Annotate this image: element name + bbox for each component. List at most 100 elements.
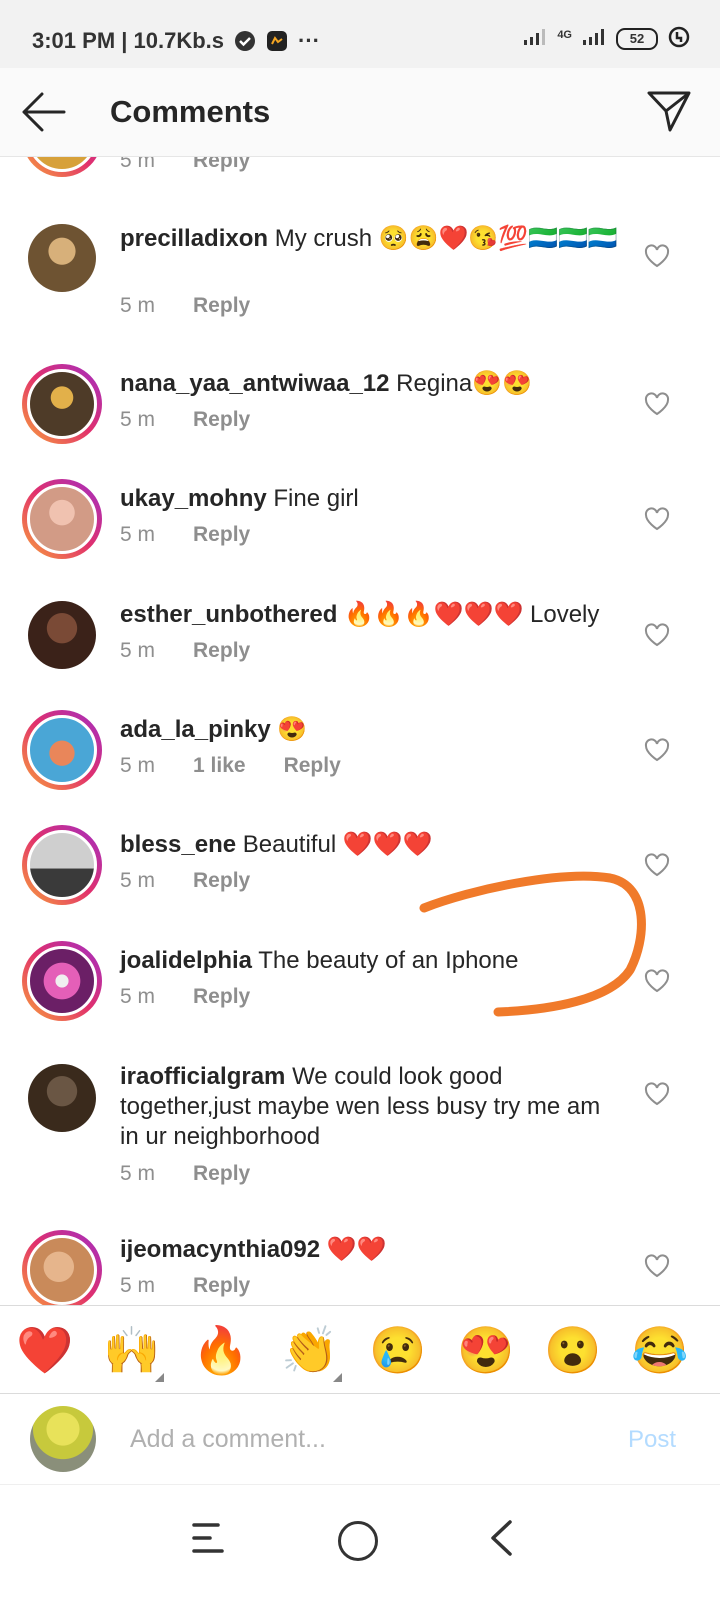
reply-button[interactable]: Reply [193, 985, 250, 1009]
direct-send-icon[interactable] [646, 88, 692, 134]
comment-time: 5 m [120, 985, 156, 1008]
reply-button[interactable]: Reply [193, 1274, 250, 1298]
avatar[interactable] [22, 941, 102, 1021]
reply-button[interactable]: Reply [193, 639, 250, 663]
emoji-clap: 👏 [281, 1324, 339, 1376]
comment-text: esther_unbothered 🔥🔥🔥❤️❤️❤️ Lovely [120, 600, 620, 630]
comment-text: nana_yaa_antwiwaa_12 Regina😍😍 [120, 369, 620, 399]
emoji-fire-button[interactable]: 🔥 [191, 1324, 251, 1376]
skin-tone-indicator [155, 1373, 164, 1382]
comment-username[interactable]: iraofficialgram [120, 1063, 285, 1090]
check-shield-icon [234, 30, 256, 52]
avatar-image [27, 830, 97, 900]
page-title: Comments [110, 94, 271, 129]
avatar-image [28, 1064, 96, 1132]
status-overflow: ··· [298, 28, 321, 53]
comment-content: 🔥🔥🔥❤️❤️❤️ Lovely [344, 601, 600, 628]
comment-meta: 5 m Reply [120, 408, 250, 432]
status-right: 4G 52 [523, 26, 690, 51]
comment-username[interactable]: joalidelphia [120, 947, 252, 974]
comment-username[interactable]: precilladixon [120, 225, 268, 252]
like-heart-icon[interactable] [644, 1082, 670, 1106]
like-heart-icon[interactable] [644, 1254, 670, 1278]
avatar[interactable] [28, 1064, 96, 1132]
comment-time: 5 m [120, 408, 156, 431]
comment-meta: 5 m Reply [120, 294, 250, 318]
comment-time: 5 m [120, 523, 156, 546]
comment-meta: 5 m 1 like Reply [120, 754, 341, 778]
system-nav-bar [0, 1484, 720, 1601]
reply-button[interactable]: Reply [193, 408, 250, 432]
comment-content: 😍 [277, 716, 308, 743]
emoji-raised-hands: 🙌 [103, 1324, 161, 1376]
comment-text: ada_la_pinky 😍 [120, 715, 620, 745]
like-heart-icon[interactable] [644, 969, 670, 993]
emoji-raised-hands-button[interactable]: 🙌 [102, 1324, 164, 1382]
home-icon[interactable] [338, 1521, 378, 1561]
comment-username[interactable]: nana_yaa_antwiwaa_12 [120, 370, 390, 397]
emoji-heart-eyes-button[interactable]: 😍 [456, 1324, 516, 1376]
avatar[interactable] [22, 364, 102, 444]
like-count[interactable]: 1 like [193, 754, 246, 778]
emoji-surprised-button[interactable]: 😮 [543, 1324, 603, 1376]
arrow-left-icon[interactable] [20, 90, 68, 134]
comment-text: iraofficialgram We could look good toget… [120, 1062, 620, 1152]
emoji-clap-button[interactable]: 👏 [280, 1324, 342, 1382]
comment-content: Beautiful ❤️❤️❤️ [242, 831, 433, 858]
avatar[interactable] [22, 710, 102, 790]
reply-button[interactable]: Reply [193, 523, 250, 547]
comment-time: 5 m [120, 754, 156, 777]
avatar[interactable] [22, 479, 102, 559]
avatar-image [27, 715, 97, 785]
emoji-laugh-button[interactable]: 😂 [630, 1324, 690, 1376]
comment-input[interactable] [128, 1418, 572, 1460]
comment-time: 5 m [120, 157, 156, 172]
comment-content: ❤️❤️ [326, 1236, 387, 1263]
comment-time: 5 m [120, 294, 156, 317]
comment-username[interactable]: ukay_mohny [120, 485, 267, 512]
avatar[interactable] [22, 825, 102, 905]
comment-time: 5 m [120, 1274, 156, 1297]
recent-apps-icon[interactable] [190, 1521, 226, 1555]
status-bar: 3:01 PM | 10.7Kb.s ··· 4G 52 [0, 0, 720, 68]
comment-text: ukay_mohny Fine girl [120, 484, 620, 514]
comment-username[interactable]: esther_unbothered [120, 601, 337, 628]
battery-icon: 52 [616, 27, 658, 50]
comment-text: precilladixon My crush 🥺😩❤️😘💯🇸🇱🇸🇱🇸🇱 [120, 224, 620, 254]
avatar[interactable] [22, 157, 102, 177]
comment-meta: 5 m Reply [120, 639, 250, 663]
comment-meta: 5 m Reply [120, 1274, 250, 1298]
comment-meta: 5 m Reply [120, 157, 250, 173]
post-button[interactable]: Post [628, 1426, 676, 1454]
avatar-image [27, 484, 97, 554]
like-heart-icon[interactable] [644, 244, 670, 268]
back-chevron-icon[interactable] [488, 1519, 514, 1557]
comment-composer: Post [0, 1393, 720, 1484]
like-heart-icon[interactable] [644, 623, 670, 647]
avatar[interactable] [22, 1230, 102, 1310]
comment-username[interactable]: ada_la_pinky [120, 716, 271, 743]
reply-button[interactable]: Reply [193, 294, 250, 318]
comment-content: The beauty of an Iphone [258, 947, 519, 974]
like-heart-icon[interactable] [644, 738, 670, 762]
comment-meta: 5 m Reply [120, 523, 250, 547]
reply-button[interactable]: Reply [193, 869, 250, 893]
like-heart-icon[interactable] [644, 507, 670, 531]
reply-button[interactable]: Reply [193, 1162, 250, 1186]
reply-button[interactable]: Reply [193, 157, 250, 173]
comment-username[interactable]: bless_ene [120, 831, 236, 858]
current-user-avatar [30, 1406, 96, 1472]
emoji-cry-button[interactable]: 😢 [368, 1324, 428, 1376]
data-saver-icon [668, 26, 690, 51]
comment-meta: 5 m Reply [120, 869, 250, 893]
reply-button[interactable]: Reply [284, 754, 341, 778]
like-heart-icon[interactable] [644, 392, 670, 416]
comments-list[interactable]: 5 m Reply precilladixon My crush 🥺😩❤️😘💯🇸… [0, 157, 720, 1332]
like-heart-icon[interactable] [644, 853, 670, 877]
comment-username[interactable]: ijeomacynthia092 [120, 1236, 320, 1263]
comment-meta: 5 m Reply [120, 1162, 250, 1186]
avatar[interactable] [28, 601, 96, 669]
avatar[interactable] [28, 224, 96, 292]
status-time-speed: 3:01 PM | 10.7Kb.s [32, 28, 225, 53]
emoji-heart-button[interactable]: ❤️ [15, 1324, 75, 1376]
